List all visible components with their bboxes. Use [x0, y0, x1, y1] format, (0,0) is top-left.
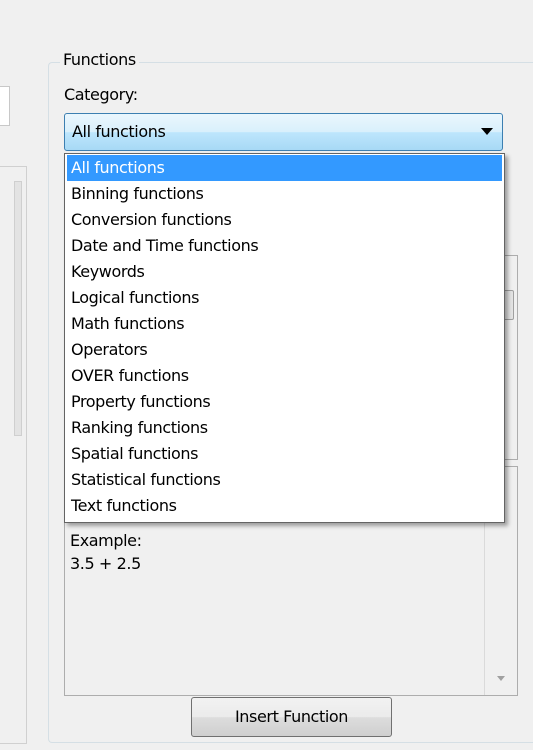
category-option[interactable]: Ranking functions: [67, 415, 502, 441]
category-option[interactable]: Date and Time functions: [67, 233, 502, 259]
scroll-down-arrow-icon[interactable]: [497, 676, 505, 681]
category-dropdown-list: All functions Binning functions Conversi…: [64, 153, 505, 523]
category-option[interactable]: Operators: [67, 337, 502, 363]
left-panel-scrollbar[interactable]: [14, 181, 22, 436]
category-option[interactable]: Math functions: [67, 311, 502, 337]
functions-group-title: Functions: [60, 50, 139, 70]
category-label: Category:: [64, 85, 138, 104]
category-option[interactable]: Spatial functions: [67, 441, 502, 467]
category-option[interactable]: Statistical functions: [67, 467, 502, 493]
category-option[interactable]: Keywords: [67, 259, 502, 285]
example-label: Example:: [70, 531, 142, 550]
left-text-field[interactable]: [0, 86, 10, 126]
category-option[interactable]: Binning functions: [67, 181, 502, 207]
category-option[interactable]: OVER functions: [67, 363, 502, 389]
category-selected-value: All functions: [72, 122, 166, 141]
category-option[interactable]: Text functions: [67, 493, 502, 519]
category-option[interactable]: All functions: [67, 155, 502, 181]
chevron-down-icon[interactable]: [481, 128, 493, 135]
example-code: 3.5 + 2.5: [70, 554, 141, 573]
category-option[interactable]: Property functions: [67, 389, 502, 415]
insert-function-button[interactable]: Insert Function: [191, 697, 392, 737]
category-option[interactable]: Conversion functions: [67, 207, 502, 233]
category-option[interactable]: Logical functions: [67, 285, 502, 311]
